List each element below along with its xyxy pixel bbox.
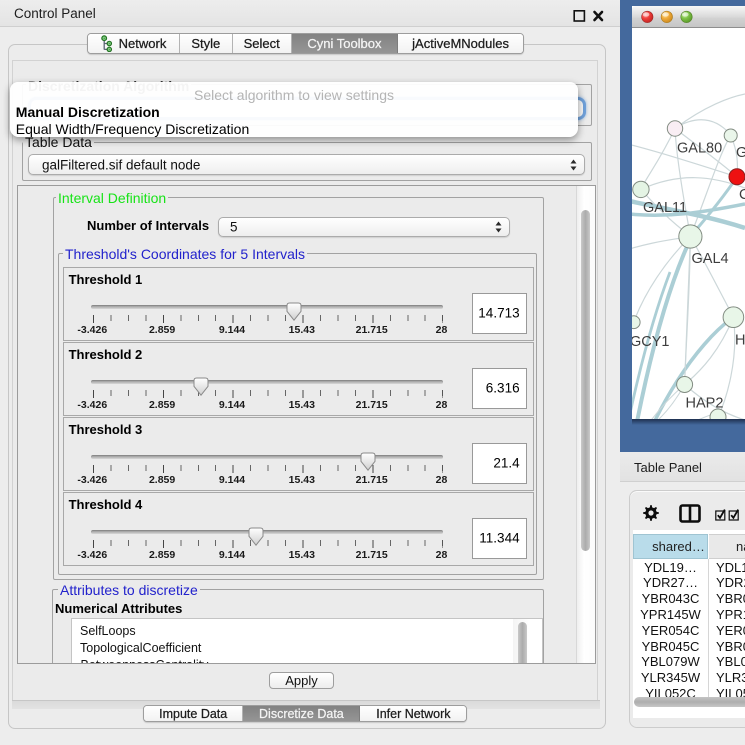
svg-text:GCY1: GCY1 [630, 334, 670, 350]
svg-text:HAP4: HAP4 [735, 333, 745, 349]
svg-text:HAP2: HAP2 [686, 396, 724, 412]
svg-text:GAL11: GAL11 [643, 200, 687, 216]
svg-text:GAL3: GAL3 [736, 145, 745, 161]
svg-text:CYC8: CYC8 [739, 187, 745, 203]
svg-text:GAL80: GAL80 [677, 141, 722, 157]
svg-text:GAL4: GAL4 [692, 251, 729, 267]
